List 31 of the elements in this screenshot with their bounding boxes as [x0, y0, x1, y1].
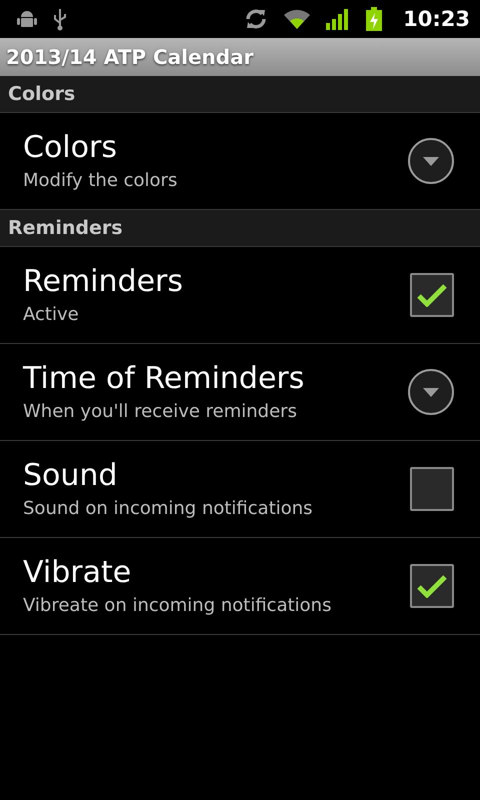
preference-item[interactable]: Vibrate Vibreate on incoming notifications — [0, 538, 480, 635]
preference-title: Colors — [23, 130, 118, 166]
preference-summary: When you'll receive reminders — [23, 401, 298, 423]
section-header: Reminders — [0, 210, 480, 247]
preference-summary: Modify the colors — [23, 170, 178, 192]
checkbox[interactable] — [410, 564, 454, 608]
caret-icon — [423, 388, 439, 396]
preference-title: Reminders — [23, 264, 184, 300]
usb-icon — [52, 7, 68, 31]
preference-summary: Sound on incoming notifications — [23, 498, 314, 520]
checkmark-icon — [417, 283, 447, 307]
battery-icon — [365, 7, 384, 31]
dropdown-button[interactable] — [408, 138, 454, 184]
caret-icon — [423, 156, 439, 166]
preference-summary: Vibreate on incoming notifications — [23, 595, 332, 617]
window-title: 2013/14 ATP Calendar — [0, 38, 480, 76]
android-icon — [16, 9, 38, 29]
checkmark-icon — [417, 574, 447, 598]
preference-title: Vibrate — [23, 555, 132, 591]
preference-item[interactable]: Sound Sound on incoming notifications — [0, 441, 480, 538]
preference-item[interactable]: Reminders Active — [0, 247, 480, 344]
wifi-icon — [283, 8, 312, 30]
checkbox[interactable] — [410, 467, 454, 511]
section-header: Colors — [0, 76, 480, 113]
preference-title: Time of Reminders — [23, 361, 306, 397]
preference-summary: Active — [23, 304, 80, 326]
checkbox[interactable] — [410, 273, 454, 317]
clock: 10:23 — [403, 7, 470, 31]
dropdown-button[interactable] — [408, 369, 454, 415]
preference-title: Sound — [23, 458, 118, 494]
preference-item[interactable]: Time of Reminders When you'll receive reminders — [0, 344, 480, 441]
